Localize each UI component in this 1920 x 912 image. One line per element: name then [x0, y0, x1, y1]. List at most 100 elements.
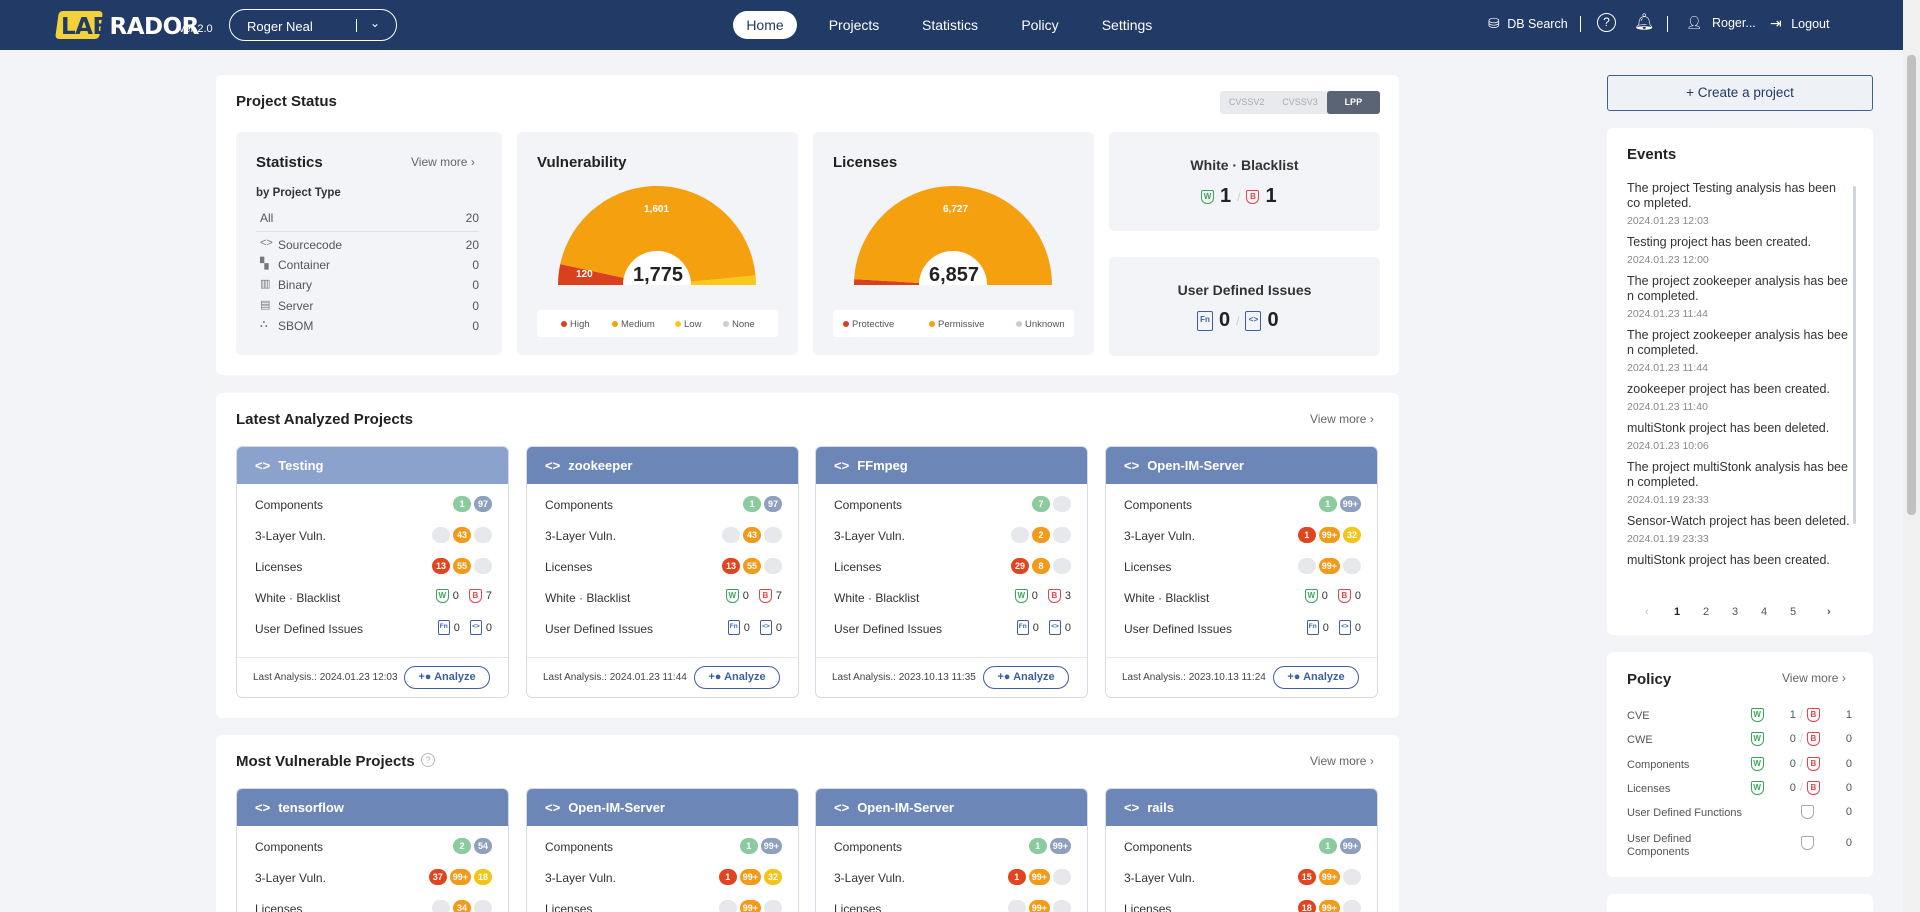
user-menu[interactable]: 👤︎ Roger... [1686, 15, 1756, 31]
project-card[interactable]: <> Testing Components 1 97 3-Layer Vuln. 0 43 0… [236, 446, 509, 698]
nav-projects[interactable]: Projects [820, 11, 888, 39]
project-card[interactable]: <> Open-IM-Server Components 1 99+ 3-Layer V… [815, 788, 1088, 912]
licenses-row: Licenses 29 8 0 [834, 557, 1071, 577]
row-label: User Defined Issues [255, 622, 364, 636]
blacklist-shield-icon: B [1047, 589, 1061, 603]
nav-statistics[interactable]: Statistics [915, 11, 985, 39]
user-defined-counts: Fn 0 <> 0 [1306, 620, 1361, 635]
legend-label: Low [684, 319, 702, 330]
pager-page-1[interactable]: 1 [1674, 606, 1680, 618]
slash-separator: / [1799, 782, 1803, 794]
event-text: multiStonk project has been created. [1627, 553, 1830, 567]
event-text: Testing project has been created. [1627, 235, 1812, 249]
project-card[interactable]: <> FFmpeg Components 7 0 3-Layer Vuln. 0 2 0 Lic… [815, 446, 1088, 698]
scrollbar-thumb[interactable] [1907, 55, 1916, 515]
bell-icon[interactable]: 🔔︎ [1634, 12, 1654, 32]
pager-page-4[interactable]: 4 [1761, 606, 1767, 618]
user-defined-issues-row: User Defined Issues Fn 0 <> 0 [255, 619, 492, 639]
last-analysis: Last Analysis.: 2023.10.13 11:35 [832, 672, 976, 683]
pager-page-2[interactable]: 2 [1703, 606, 1709, 618]
pager-prev-icon[interactable]: ‹ [1645, 606, 1649, 618]
nav-settings[interactable]: Settings [1095, 11, 1159, 39]
project-card-header[interactable]: <> Open-IM-Server [527, 789, 798, 826]
statistics-view-more[interactable]: View more › [411, 155, 475, 169]
project-name: zookeeper [568, 458, 633, 473]
pager-next-icon[interactable]: › [1827, 606, 1831, 618]
project-card[interactable]: <> zookeeper Components 1 97 3-Layer Vuln. 0 4… [526, 446, 799, 698]
row-label: 3-Layer Vuln. [255, 871, 326, 885]
event-text: multiStonk project has been deleted. [1627, 421, 1830, 435]
project-card-header[interactable]: <> FFmpeg [816, 447, 1087, 484]
row-label: Licenses [1124, 902, 1172, 912]
event-item: multiStonk project has been deleted. 2024… [1627, 421, 1852, 454]
event-date: 2024.01.23 12:00 [1627, 254, 1709, 266]
info-icon[interactable]: ? [421, 753, 435, 767]
view-more-label: View more [1310, 754, 1367, 768]
project-card-header[interactable]: <> Testing [237, 447, 508, 484]
white-blacklist-row: White · Blacklist W0B7 [545, 588, 782, 608]
whitelist-count: 1 [1789, 709, 1796, 721]
project-card[interactable]: <> tensorflow Components 2 54 3-Layer Vuln. 3… [236, 788, 509, 912]
project-card-header[interactable]: <> zookeeper [527, 447, 798, 484]
policy-row: CWE W 0/B 0 [1627, 732, 1852, 752]
badge-group: 0 99+ 0 [1297, 558, 1361, 574]
count-badge: 2 [1032, 527, 1050, 543]
most-vuln-view-more[interactable]: View more › [1310, 754, 1374, 768]
toggle-cvssv3[interactable]: CVSSV3 [1273, 91, 1326, 114]
toggle-lpp[interactable]: LPP [1326, 91, 1380, 114]
legend-unknown: Unknown [1016, 319, 1065, 330]
function-doc-icon: Fn [1197, 310, 1213, 331]
event-text: The project multiStonk analysis has bee … [1627, 460, 1848, 489]
row-label: 3-Layer Vuln. [545, 871, 616, 885]
latest-view-more[interactable]: View more › [1310, 412, 1374, 426]
stat-value: 0 [472, 278, 479, 292]
help-icon[interactable]: ? [1597, 13, 1616, 32]
whitelist-count: 0 [1321, 590, 1328, 602]
analyze-button[interactable]: +● Analyze [983, 666, 1069, 689]
badge-group: 0 43 0 [722, 527, 782, 543]
analyze-button[interactable]: +● Analyze [694, 666, 780, 689]
project-name: Open-IM-Server [568, 800, 665, 815]
count-badge: 99+ [1318, 900, 1340, 912]
create-project-button[interactable]: + Create a project [1607, 75, 1873, 111]
whitelist-shield-icon: W [1750, 781, 1764, 795]
project-card-header[interactable]: <> tensorflow [237, 789, 508, 826]
logout-button[interactable]: ⇥ Logout [1770, 15, 1829, 32]
whitelist-shield-icon: W [1201, 189, 1214, 204]
project-card-header[interactable]: <> rails [1106, 789, 1377, 826]
project-card[interactable]: <> Open-IM-Server Components 1 99+ 3-Layer V… [526, 788, 799, 912]
policy-view-more[interactable]: View more › [1782, 671, 1846, 685]
plus-icon: + [1686, 85, 1695, 100]
toggle-cvssv2[interactable]: CVSSV2 [1220, 91, 1273, 114]
project-card-footer: Last Analysis.: 2023.10.13 11:35 +● Anal… [816, 657, 1087, 697]
project-card[interactable]: <> Open-IM-Server Components 1 99+ 3-Layer V… [1105, 446, 1378, 698]
events-scrollbar[interactable] [1853, 186, 1856, 524]
page-scrollbar[interactable] [1903, 0, 1920, 912]
policy-row: User Defined Functions 0 [1627, 805, 1852, 825]
db-search-button[interactable]: ⛁ DB Search [1488, 15, 1568, 32]
chevron-right-icon: › [1841, 671, 1846, 685]
user-select-dropdown[interactable]: Roger Neal ⌄ [229, 9, 397, 41]
project-card-header[interactable]: <> Open-IM-Server [816, 789, 1087, 826]
analyze-button[interactable]: +● Analyze [404, 666, 490, 689]
top-navigation-bar: LABRADOR ver 2.0 Roger Neal ⌄ Home Proje… [0, 0, 1920, 50]
stat-label: Sourcecode [278, 238, 343, 252]
count-badge: 0 [1297, 558, 1316, 574]
nav-policy[interactable]: Policy [1012, 11, 1068, 39]
whitelist-shield-icon: W [435, 589, 449, 603]
function-doc-icon: Fn [727, 620, 740, 635]
project-card-header[interactable]: <> Open-IM-Server [1106, 447, 1377, 484]
count-badge: 0 [1053, 900, 1071, 912]
code-icon: <> [834, 800, 850, 815]
policy-row: Licenses W 0/B 0 [1627, 781, 1852, 801]
count-badge: 29 [1011, 558, 1029, 574]
pager-page-3[interactable]: 3 [1732, 606, 1738, 618]
project-name: Open-IM-Server [1147, 458, 1244, 473]
pager-page-5[interactable]: 5 [1790, 606, 1796, 618]
analyze-button[interactable]: +● Analyze [1273, 666, 1359, 689]
project-card[interactable]: <> rails Components 1 99+ 3-Layer Vuln. 15 99+… [1105, 788, 1378, 912]
white-blacklist-panel: White · Blacklist W 1 / B 1 [1109, 132, 1380, 231]
nav-home[interactable]: Home [733, 11, 797, 39]
row-label: White · Blacklist [545, 591, 631, 605]
row-label: 3-Layer Vuln. [834, 529, 905, 543]
